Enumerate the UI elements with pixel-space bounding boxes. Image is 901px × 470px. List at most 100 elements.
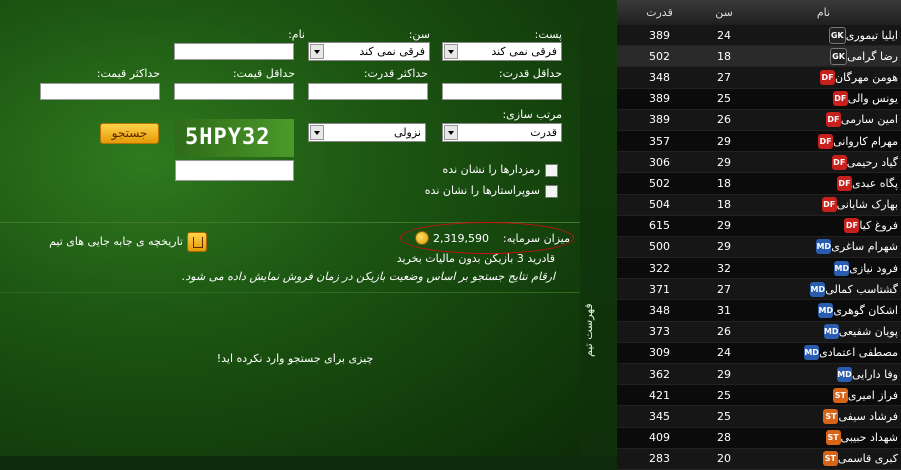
player-name[interactable]: فروغ کیا <box>859 219 898 232</box>
player-name[interactable]: مهرام کاروانی <box>833 135 898 148</box>
position-badge: MD <box>816 239 832 255</box>
roster-row[interactable]: 500 29 شهرام ساغریMD <box>617 236 901 259</box>
roster-row[interactable]: 345 25 فرشاد سیفیST <box>617 405 901 428</box>
roster-row[interactable]: 409 28 شهداد حبیبیST <box>617 427 901 449</box>
player-name[interactable]: کبری قاسمی <box>838 452 898 465</box>
roster-row[interactable]: 357 29 مهرام کاروانیDF <box>617 130 901 153</box>
player-name[interactable]: پویان شفیعی <box>839 325 898 338</box>
roster-row[interactable]: 389 26 امین سارمیDF <box>617 109 901 131</box>
player-power: 283 <box>617 448 702 470</box>
chevron-down-icon[interactable] <box>310 44 324 59</box>
search-button[interactable]: جستجو <box>100 123 159 144</box>
budget-label: میزان سرمایه: <box>502 232 570 245</box>
player-name[interactable]: یونس والی <box>848 92 898 105</box>
roster-row[interactable]: 306 29 گیاد رحیمیDF <box>617 151 901 174</box>
age-label: سن: <box>408 28 430 41</box>
max-price-label: حداکثر قیمت: <box>96 67 160 80</box>
team-list-tab[interactable]: فهرست تیم <box>580 0 617 456</box>
captcha-input[interactable] <box>175 160 294 181</box>
player-name[interactable]: هومن مهرگان <box>835 71 898 84</box>
roster-row[interactable]: 421 25 فراز امیریST <box>617 384 901 407</box>
player-age: 29 <box>702 363 746 386</box>
player-power: 389 <box>617 25 702 47</box>
roster-row[interactable]: 389 25 یونس والیDF <box>617 88 901 110</box>
column-power[interactable]: قدرت <box>617 0 702 25</box>
position-badge: DF <box>825 112 841 128</box>
history-link[interactable]: تاریخچه ی جابه جایی های تیم <box>20 235 183 248</box>
player-name[interactable]: گیاد رحیمی <box>847 156 898 169</box>
player-name[interactable]: پگاه عبدی <box>852 177 898 190</box>
post-select[interactable]: فرقی نمی کند <box>442 42 562 61</box>
player-cell: ایلیا تیموریGK <box>746 25 901 47</box>
max-power-input[interactable] <box>308 83 428 100</box>
player-age: 18 <box>702 45 746 68</box>
player-age: 29 <box>702 130 746 153</box>
player-age: 27 <box>702 66 746 89</box>
player-name[interactable]: رضا گرامی <box>847 50 898 63</box>
name-label: نام: <box>288 28 305 41</box>
min-price-label: حداقل قیمت: <box>232 67 295 80</box>
position-badge: MD <box>804 345 820 361</box>
roster-body: 389 24 ایلیا تیموریGK 502 18 رضا گرامیGK 348 27… <box>617 25 901 470</box>
team-roster: قدرت سن نام 389 24 ایلیا تیموریGK 502 18 رضا … <box>617 0 901 470</box>
player-cell: فراز امیریST <box>746 384 901 407</box>
name-input[interactable] <box>174 43 294 60</box>
sort-field-select[interactable]: قدرت <box>442 123 562 142</box>
position-badge: DF <box>820 69 836 85</box>
chevron-down-icon[interactable] <box>310 125 324 140</box>
player-age: 29 <box>702 215 746 237</box>
player-power: 345 <box>617 405 702 428</box>
min-power-input[interactable] <box>442 83 562 100</box>
sort-label: مرتب سازی: <box>502 108 562 121</box>
player-name[interactable]: اشکان گوهری <box>833 304 898 317</box>
chevron-down-icon[interactable] <box>444 125 458 140</box>
player-name[interactable]: بهارک شایانی <box>837 198 898 211</box>
empty-results-message: چیزی برای جستجو وارد نکرده اید! <box>216 352 374 365</box>
roster-row[interactable]: 348 31 اشکان گوهریMD <box>617 299 901 322</box>
column-name[interactable]: نام <box>746 0 901 25</box>
hide-superstars-checkbox[interactable] <box>545 185 558 198</box>
player-name[interactable]: گشتاسب کمالی <box>825 283 898 296</box>
position-badge: ST <box>823 408 839 424</box>
player-name[interactable]: امین سارمی <box>841 113 898 126</box>
roster-row[interactable]: 309 24 مصطفی اعتمادیMD <box>617 342 901 365</box>
player-name[interactable]: شهداد حبیبی <box>841 431 898 444</box>
player-cell: شهرام ساغریMD <box>746 236 901 259</box>
player-name[interactable]: فرشاد سیفی <box>838 410 898 423</box>
hide-secret-checkbox[interactable] <box>545 164 558 177</box>
age-select[interactable]: فرقی نمی کند <box>308 42 430 61</box>
roster-row[interactable]: 504 18 بهارک شایانیDF <box>617 194 901 216</box>
max-price-input[interactable] <box>40 83 160 100</box>
roster-row[interactable]: 373 26 پویان شفیعیMD <box>617 321 901 343</box>
player-name[interactable]: مصطفی اعتمادی <box>819 346 898 359</box>
roster-row[interactable]: 362 29 وفا داراییMD <box>617 363 901 386</box>
player-cell: امین سارمیDF <box>746 109 901 131</box>
player-age: 25 <box>702 405 746 428</box>
column-age[interactable]: سن <box>702 0 746 25</box>
roster-row[interactable]: 322 32 فرود نیازیMD <box>617 257 901 280</box>
roster-row[interactable]: 615 29 فروغ کیاDF <box>617 215 901 237</box>
player-power: 500 <box>617 236 702 259</box>
transfer-search-panel: پست: سن: نام: فرقی نمی کند فرقی نمی کند … <box>0 0 580 456</box>
roster-row[interactable]: 502 18 رضا گرامیGK <box>617 45 901 68</box>
roster-row[interactable]: 283 20 کبری قاسمیST <box>617 448 901 470</box>
player-power: 348 <box>617 66 702 89</box>
player-name[interactable]: فرود نیازی <box>849 262 898 275</box>
roster-row[interactable]: 371 27 گشتاسب کمالیMD <box>617 278 901 301</box>
roster-row[interactable]: 348 27 هومن مهرگانDF <box>617 66 901 89</box>
player-power: 306 <box>617 151 702 174</box>
player-age: 27 <box>702 278 746 301</box>
roster-row[interactable]: 389 24 ایلیا تیموریGK <box>617 25 901 47</box>
player-cell: وفا داراییMD <box>746 363 901 386</box>
roster-row[interactable]: 502 18 پگاه عبدیDF <box>617 172 901 195</box>
history-icon[interactable] <box>187 232 207 252</box>
player-name[interactable]: فراز امیری <box>848 389 898 402</box>
chevron-down-icon[interactable] <box>444 44 458 59</box>
player-cell: کبری قاسمیST <box>746 448 901 470</box>
min-price-input[interactable] <box>174 83 294 100</box>
player-cell: هومن مهرگانDF <box>746 66 901 89</box>
player-name[interactable]: شهرام ساغری <box>831 240 898 253</box>
player-name[interactable]: وفا دارایی <box>852 368 898 381</box>
player-name[interactable]: ایلیا تیموری <box>846 29 898 42</box>
sort-order-select[interactable]: نزولی <box>308 123 426 142</box>
